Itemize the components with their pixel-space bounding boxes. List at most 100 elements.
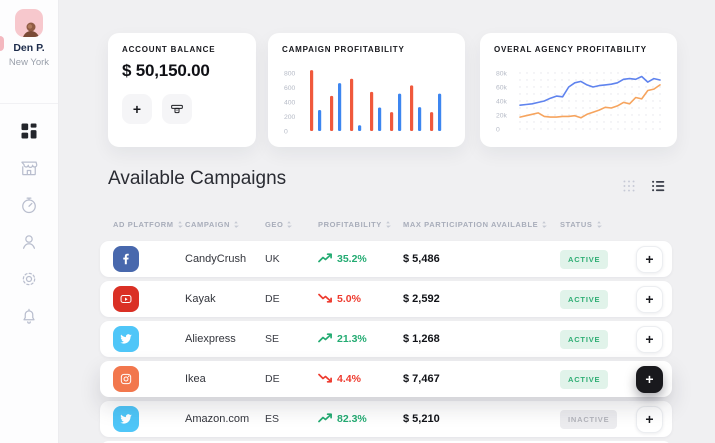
sort-icon bbox=[233, 220, 239, 229]
add-funds-button[interactable]: + bbox=[122, 94, 152, 124]
svg-text:600: 600 bbox=[284, 85, 296, 92]
table-row-kayak: Kayak DE 5.0% $ 2,592 ACTIVE + bbox=[100, 281, 672, 317]
sidebar-item-notifications[interactable] bbox=[0, 297, 58, 334]
status-badge: ACTIVE bbox=[560, 330, 608, 349]
account-balance-card: ACCOUNT BALANCE $ 50,150.00 + bbox=[108, 33, 256, 147]
column-header-ad-platform[interactable]: AD PLATFORM bbox=[100, 220, 185, 229]
facebook-icon bbox=[113, 246, 139, 272]
add-campaign-button[interactable]: + bbox=[636, 366, 663, 393]
dashboard-app: Den P. New York ACCOUNT BALANCE $ 50,150… bbox=[0, 0, 715, 443]
max-participation-value: $ 5,486 bbox=[403, 253, 560, 265]
geo-value: UK bbox=[265, 253, 318, 265]
user-name: Den P. bbox=[0, 42, 58, 54]
svg-text:400: 400 bbox=[284, 99, 296, 106]
list-view-icon[interactable] bbox=[651, 179, 665, 193]
plus-icon: + bbox=[133, 101, 141, 117]
sidebar-accent-notch bbox=[0, 36, 4, 51]
column-header-status[interactable]: STATUS bbox=[560, 220, 636, 229]
sidebar-nav bbox=[0, 112, 58, 334]
profitability-value: 21.3% bbox=[337, 333, 367, 345]
column-label: PROFITABILITY bbox=[318, 220, 382, 229]
trend-up-icon bbox=[318, 253, 332, 266]
table-row-aliexpress: Aliexpress SE 21.3% $ 1,268 ACTIVE + bbox=[100, 321, 672, 357]
table-row-ikea: Ikea DE 4.4% $ 7,467 ACTIVE + bbox=[100, 361, 672, 397]
status-badge: ACTIVE bbox=[560, 290, 608, 309]
sidebar-item-store[interactable] bbox=[0, 149, 58, 186]
profitability-value: 5.0% bbox=[337, 293, 361, 305]
profitability-cell: 4.4% bbox=[318, 373, 403, 386]
svg-text:200: 200 bbox=[284, 114, 296, 121]
add-campaign-button[interactable]: + bbox=[636, 326, 663, 353]
twitter-icon bbox=[113, 406, 139, 432]
status-badge: ACTIVE bbox=[560, 250, 608, 269]
profitability-cell: 21.3% bbox=[318, 333, 403, 346]
campaigns-table: CandyCrush UK 35.2% $ 5,486 ACTIVE + Kay… bbox=[100, 241, 672, 441]
svg-text:60k: 60k bbox=[496, 84, 508, 91]
profile-section: Den P. New York bbox=[0, 9, 58, 104]
trend-down-icon bbox=[318, 373, 332, 386]
sidebar-item-settings[interactable] bbox=[0, 260, 58, 297]
twitter-icon bbox=[113, 326, 139, 352]
svg-text:800: 800 bbox=[284, 70, 296, 77]
column-label: STATUS bbox=[560, 220, 593, 229]
youtube-icon bbox=[113, 286, 139, 312]
status-badge: ACTIVE bbox=[560, 370, 608, 389]
withdraw-icon bbox=[169, 101, 185, 117]
geo-value: DE bbox=[265, 373, 318, 385]
column-label: MAX PARTICIPATION AVAILABLE bbox=[403, 220, 538, 229]
campaign-name: Kayak bbox=[185, 293, 265, 305]
campaign-name: CandyCrush bbox=[185, 253, 265, 265]
max-participation-value: $ 1,268 bbox=[403, 333, 560, 345]
avatar-photo bbox=[19, 21, 39, 37]
view-toggle bbox=[622, 179, 665, 193]
bar-chart-title: CAMPAIGN PROFITABILITY bbox=[282, 45, 451, 54]
instagram-icon bbox=[113, 366, 139, 392]
sort-icon bbox=[286, 220, 292, 229]
grid-view-icon[interactable] bbox=[622, 179, 636, 193]
add-campaign-button[interactable]: + bbox=[636, 286, 663, 313]
agency-profitability-card: OVERAL AGENCY PROFITABILITY 020k40k60k80… bbox=[480, 33, 677, 147]
platform-cell bbox=[100, 406, 185, 432]
column-label: GEO bbox=[265, 220, 283, 229]
column-header-profitability[interactable]: PROFITABILITY bbox=[318, 220, 403, 229]
add-campaign-button[interactable]: + bbox=[636, 246, 663, 273]
sort-icon bbox=[541, 220, 547, 229]
table-row-candycrush: CandyCrush UK 35.2% $ 5,486 ACTIVE + bbox=[100, 241, 672, 277]
sidebar-item-dashboard-active[interactable] bbox=[0, 112, 58, 149]
profitability-cell: 82.3% bbox=[318, 413, 403, 426]
profitability-cell: 5.0% bbox=[318, 293, 403, 306]
line-chart-title: OVERAL AGENCY PROFITABILITY bbox=[494, 45, 663, 54]
sidebar-item-history[interactable] bbox=[0, 186, 58, 223]
user-location: New York bbox=[0, 57, 58, 68]
sidebar-item-profile[interactable] bbox=[0, 223, 58, 260]
profitability-value: 4.4% bbox=[337, 373, 361, 385]
table-header: AD PLATFORM CAMPAIGNGEO PROFITABILITY MAX P… bbox=[100, 220, 672, 229]
page-title: Available Campaigns bbox=[108, 168, 286, 190]
withdraw-button[interactable] bbox=[162, 94, 192, 124]
column-header-max-participation-available[interactable]: MAX PARTICIPATION AVAILABLE bbox=[403, 220, 560, 229]
sort-icon bbox=[596, 220, 602, 229]
sidebar: Den P. New York bbox=[0, 0, 59, 443]
svg-text:80k: 80k bbox=[496, 70, 508, 77]
max-participation-value: $ 7,467 bbox=[403, 373, 560, 385]
avatar[interactable] bbox=[15, 9, 43, 37]
campaign-name: Aliexpress bbox=[185, 333, 265, 345]
add-campaign-button[interactable]: + bbox=[636, 406, 663, 433]
geo-value: ES bbox=[265, 413, 318, 425]
geo-value: DE bbox=[265, 293, 318, 305]
platform-cell bbox=[100, 366, 185, 392]
campaign-profitability-chart: 0 200 400 600 800 bbox=[282, 59, 451, 139]
trend-up-icon bbox=[318, 413, 332, 426]
svg-text:0: 0 bbox=[284, 128, 288, 135]
column-header-campaign[interactable]: CAMPAIGN bbox=[185, 220, 265, 229]
max-participation-value: $ 5,210 bbox=[403, 413, 560, 425]
svg-text:40k: 40k bbox=[496, 98, 508, 105]
column-label: AD PLATFORM bbox=[113, 220, 174, 229]
balance-card-title: ACCOUNT BALANCE bbox=[122, 45, 242, 54]
platform-cell bbox=[100, 326, 185, 352]
sort-icon bbox=[385, 220, 391, 229]
balance-actions: + bbox=[122, 94, 242, 124]
column-header-geo[interactable]: GEO bbox=[265, 220, 318, 229]
platform-cell bbox=[100, 246, 185, 272]
max-participation-value: $ 2,592 bbox=[403, 293, 560, 305]
